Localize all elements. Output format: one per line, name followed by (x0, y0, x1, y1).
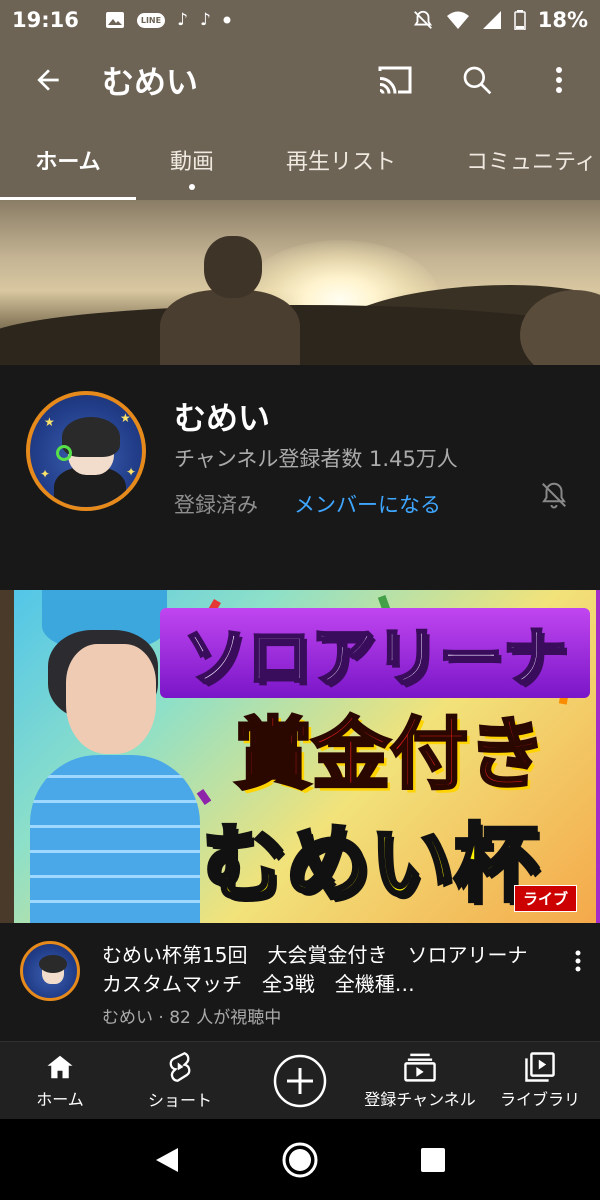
library-icon (525, 1051, 555, 1082)
status-bar: 19:16 LINE ♪ ♪ 18% (0, 0, 600, 40)
create-plus-icon (273, 1054, 327, 1107)
nav-create-button[interactable] (240, 1042, 360, 1119)
new-content-dot (189, 184, 195, 190)
more-options-button[interactable] (518, 40, 600, 120)
system-back-button[interactable] (137, 1130, 197, 1190)
nav-library[interactable]: ライブラリ (480, 1042, 600, 1119)
video-info: むめい杯第15回 大会賞金付き ソロアリーナカスタムマッチ 全3戦 全機種… む… (0, 923, 600, 1041)
tab-community[interactable]: コミュニティ (434, 120, 600, 200)
gallery-notification-icon (105, 11, 125, 29)
channel-title: むめい (102, 63, 199, 101)
channel-header: ★ ★ ✦ ✦ むめい チャンネル登録者数 1.45万人 登録済み メンバーにな… (0, 365, 600, 590)
cast-icon (378, 66, 412, 94)
subscriber-count: チャンネル登録者数 1.45万人 (174, 447, 458, 471)
back-arrow-icon (37, 69, 59, 91)
video-title[interactable]: むめい杯第15回 大会賞金付き ソロアリーナカスタムマッチ 全3戦 全機種… (102, 941, 542, 999)
search-button[interactable] (436, 40, 518, 120)
system-navigation-bar (0, 1119, 600, 1200)
nav-subscriptions[interactable]: 登録チャンネル (360, 1042, 480, 1119)
thumbnail-text-solo-arena: ソロアリーナ (160, 608, 590, 698)
system-home-button[interactable] (270, 1130, 330, 1190)
bottom-navigation: ホーム ショート 登録チャンネル ライブラリ (0, 1041, 600, 1119)
battery-icon (513, 10, 526, 30)
tab-playlists[interactable]: 再生リスト (248, 120, 434, 200)
channel-avatar[interactable]: ★ ★ ✦ ✦ (26, 391, 146, 511)
nav-library-label: ライブラリ (499, 1089, 580, 1109)
tab-videos[interactable]: 動画 (136, 120, 248, 200)
subscribed-button[interactable]: 登録済み (174, 489, 258, 519)
recents-square-icon (421, 1147, 446, 1172)
battery-percent: 18% (537, 8, 588, 32)
back-triangle-icon (155, 1147, 178, 1172)
tiktok-notification-icon-2: ♪ (199, 10, 211, 30)
home-icon (47, 1055, 73, 1078)
silent-bell-icon (412, 9, 434, 31)
tab-videos-label: 動画 (169, 150, 214, 175)
tiktok-notification-icon: ♪ (177, 10, 188, 30)
wifi-icon (446, 10, 470, 30)
cast-button[interactable] (354, 40, 436, 120)
tab-home-label: ホーム (35, 150, 101, 175)
nav-subscriptions-label: 登録チャンネル (364, 1089, 476, 1109)
join-membership-button[interactable]: メンバーになる (294, 489, 441, 519)
nav-home-label: ホーム (36, 1089, 84, 1109)
nav-home[interactable]: ホーム (0, 1042, 120, 1119)
line-notification-icon: LINE (136, 12, 166, 28)
bell-off-icon (542, 482, 566, 509)
channel-banner (0, 200, 600, 365)
video-more-button[interactable] (560, 941, 596, 981)
thumbnail-text-prize: 賞金付き (232, 709, 547, 802)
tab-playlists-label: 再生リスト (285, 150, 396, 175)
more-vert-icon (556, 67, 562, 93)
search-icon (463, 66, 492, 95)
signal-icon (482, 10, 502, 30)
live-video-thumbnail[interactable]: ソロアリーナ 賞金付き むめい杯 ライブ (0, 590, 600, 923)
video-meta: むめい · 82 人が視聴中 (102, 1008, 282, 1028)
shorts-icon (169, 1051, 191, 1082)
live-badge: ライブ (514, 885, 578, 912)
subscriptions-icon (404, 1053, 436, 1082)
video-channel-avatar[interactable] (20, 941, 80, 1001)
notification-bell-button[interactable] (530, 471, 578, 519)
home-circle-icon (282, 1142, 318, 1177)
app-bar: むめい (0, 40, 600, 120)
channel-tabs: ホーム 動画 再生リスト コミュニティ (0, 120, 600, 200)
back-button[interactable] (0, 40, 96, 120)
tab-home[interactable]: ホーム (0, 120, 136, 200)
channel-name: むめい (174, 399, 271, 437)
tab-community-label: コミュニティ (466, 150, 597, 175)
system-recents-button[interactable] (403, 1130, 463, 1190)
nav-shorts-label: ショート (147, 1090, 212, 1110)
nav-shorts[interactable]: ショート (120, 1042, 240, 1119)
more-vert-icon (575, 950, 581, 972)
status-time: 19:16 (12, 8, 79, 32)
more-notifications-dot-icon (223, 16, 231, 24)
